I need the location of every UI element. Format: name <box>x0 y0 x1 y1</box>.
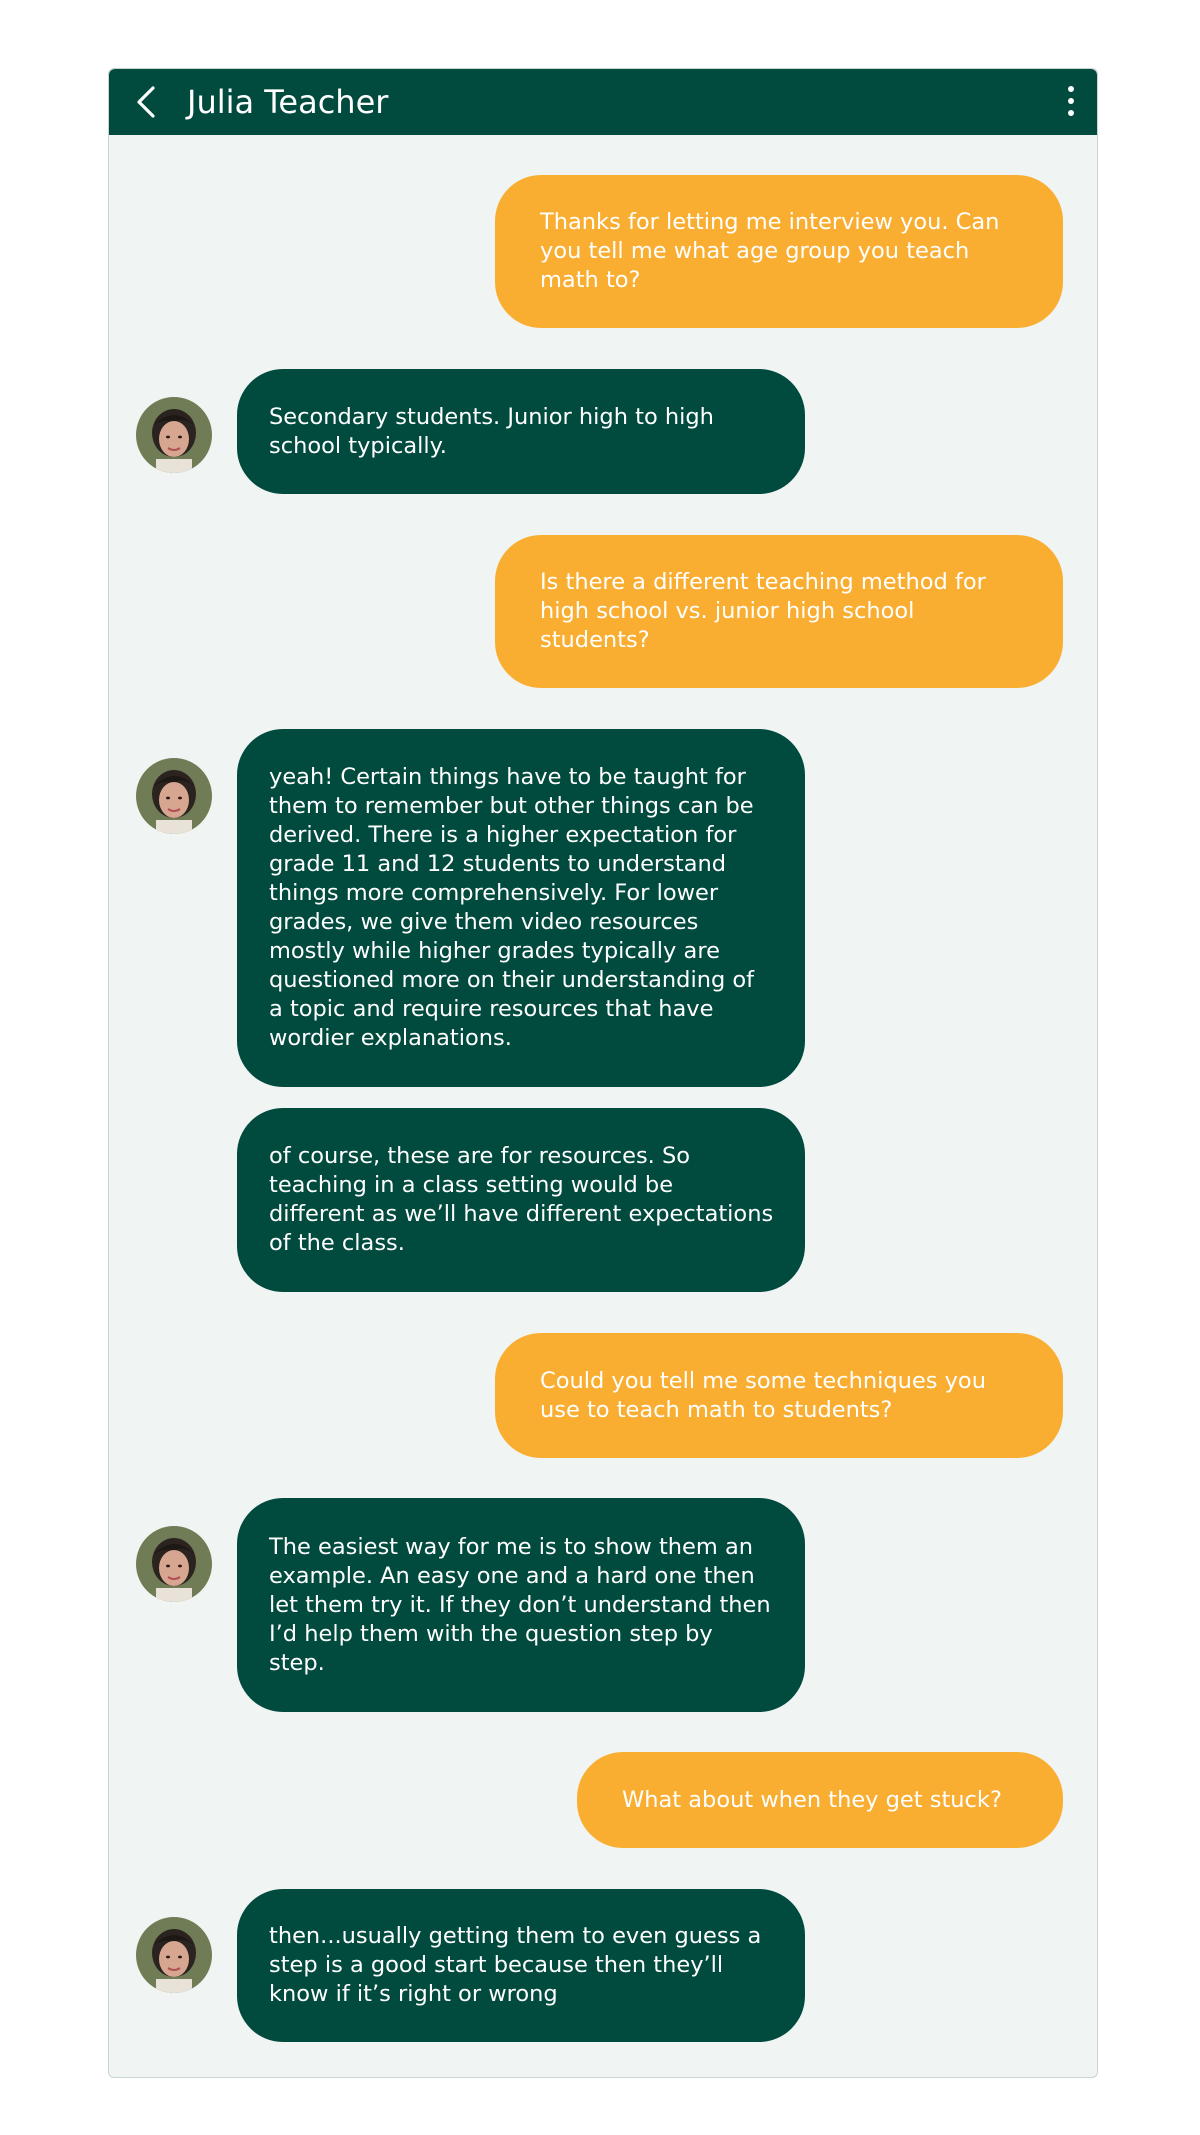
avatar-image <box>136 1917 212 1993</box>
chevron-left-icon <box>137 86 155 118</box>
incoming-message[interactable]: Secondary students. Junior high to high … <box>237 369 805 494</box>
outgoing-message[interactable]: Is there a different teaching method for… <box>495 535 1063 688</box>
message-text: of course, these are for resources. So t… <box>269 1143 774 1256</box>
message-text: The easiest way for me is to show them a… <box>269 1533 771 1676</box>
message-text: Secondary students. Junior high to high … <box>269 403 714 459</box>
incoming-message[interactable]: The easiest way for me is to show them a… <box>237 1498 805 1712</box>
outgoing-message[interactable]: What about when they get stuck? <box>577 1752 1063 1848</box>
message-text: Could you tell me some techniques you us… <box>540 1367 986 1423</box>
message-text: What about when they get stuck? <box>622 1786 1002 1813</box>
back-button[interactable] <box>131 85 165 119</box>
message-text: then...usually getting them to even gues… <box>269 1923 762 2007</box>
chat-window: Julia Teacher Thanks for letting me inte… <box>108 68 1098 2078</box>
outgoing-message[interactable]: Could you tell me some techniques you us… <box>495 1333 1063 1458</box>
message-text: Is there a different teaching method for… <box>540 569 986 653</box>
avatar-image <box>136 758 212 834</box>
incoming-message[interactable]: then...usually getting them to even gues… <box>237 1889 805 2042</box>
contact-avatar[interactable] <box>136 1917 212 1993</box>
incoming-message[interactable]: of course, these are for resources. So t… <box>237 1108 805 1292</box>
outgoing-message[interactable]: Thanks for letting me interview you. Can… <box>495 175 1063 328</box>
message-text: Thanks for letting me interview you. Can… <box>540 209 1000 293</box>
contact-avatar[interactable] <box>136 1526 212 1602</box>
contact-avatar[interactable] <box>136 397 212 473</box>
more-options-button[interactable] <box>1059 83 1083 121</box>
incoming-message[interactable]: yeah! Certain things have to be taught f… <box>237 729 805 1087</box>
avatar-image <box>136 397 212 473</box>
more-vertical-icon <box>1059 86 1083 116</box>
contact-avatar[interactable] <box>136 758 212 834</box>
avatar-image <box>136 1526 212 1602</box>
chat-header: Julia Teacher <box>109 69 1097 135</box>
message-text: yeah! Certain things have to be taught f… <box>269 764 755 1051</box>
contact-name: Julia Teacher <box>187 83 389 121</box>
